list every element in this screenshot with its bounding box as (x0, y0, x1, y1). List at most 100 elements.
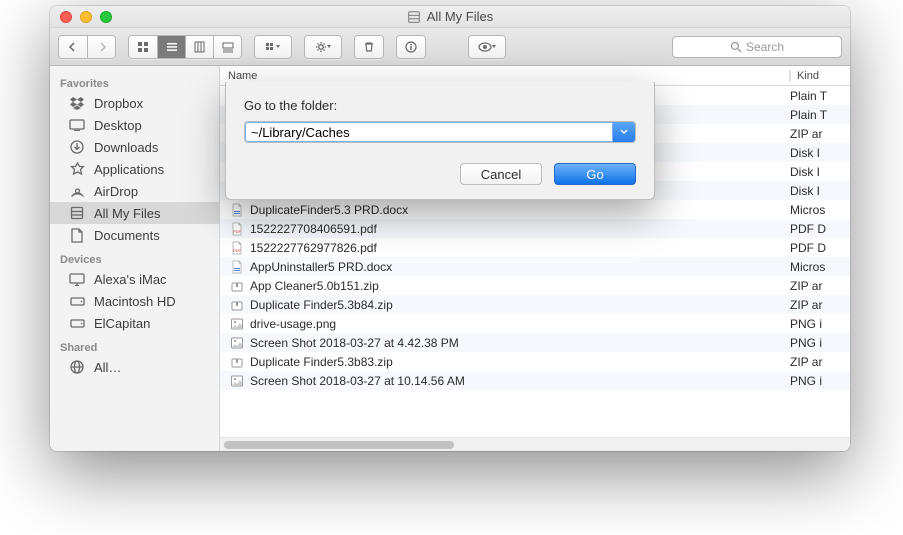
action-button[interactable] (305, 36, 341, 58)
file-row[interactable]: AppUninstaller5 PRD.docxMicros (220, 257, 850, 276)
sidebar-group-header: Favorites (50, 70, 219, 92)
file-row[interactable]: drive-usage.pngPNG i (220, 314, 850, 333)
sidebar-item-airdrop[interactable]: AirDrop (50, 180, 219, 202)
info-button[interactable] (397, 36, 425, 58)
file-name: Duplicate Finder5.3b83.zip (246, 355, 790, 369)
sidebar-item-label: Documents (94, 228, 160, 243)
coverflow-view-button[interactable] (213, 36, 241, 58)
column-name[interactable]: Name (220, 70, 790, 82)
sidebar-item-elcapitan[interactable]: ElCapitan (50, 312, 219, 334)
finder-window: All My Files S (50, 6, 850, 451)
dialog-actions: Cancel Go (244, 163, 636, 185)
sidebar-item-label: Desktop (94, 118, 142, 133)
sidebar-item-macintosh-hd[interactable]: Macintosh HD (50, 290, 219, 312)
file-kind: ZIP ar (790, 355, 850, 369)
search-icon (730, 41, 742, 53)
file-kind: ZIP ar (790, 279, 850, 293)
file-kind: Plain T (790, 89, 850, 103)
arrange-button[interactable] (255, 36, 291, 58)
trash-button[interactable] (355, 36, 383, 58)
file-row[interactable]: PDF1522227708406591.pdfPDF D (220, 219, 850, 238)
column-kind[interactable]: Kind (790, 70, 850, 82)
forward-button[interactable] (87, 36, 115, 58)
minimize-window-button[interactable] (80, 11, 92, 23)
sidebar-item-documents[interactable]: Documents (50, 224, 219, 246)
globe-icon (68, 359, 86, 375)
png-file-icon (228, 374, 246, 388)
chevron-down-icon (620, 129, 628, 135)
nav-buttons (58, 35, 116, 59)
traffic-lights (50, 11, 112, 23)
hdd-icon (68, 293, 86, 309)
list-view-button[interactable] (157, 36, 185, 58)
sidebar-item-label: Macintosh HD (94, 294, 176, 309)
sidebar-item-dropbox[interactable]: Dropbox (50, 92, 219, 114)
file-row[interactable]: Duplicate Finder5.3b83.zipZIP ar (220, 352, 850, 371)
file-name: Duplicate Finder5.3b84.zip (246, 298, 790, 312)
search-field[interactable]: Search (672, 36, 842, 58)
sidebar-item-downloads[interactable]: Downloads (50, 136, 219, 158)
file-kind: Disk I (790, 184, 850, 198)
hdd-icon (68, 315, 86, 331)
zip-file-icon (228, 279, 246, 293)
file-kind: PNG i (790, 336, 850, 350)
combobox-dropdown-button[interactable] (613, 122, 635, 142)
zoom-window-button[interactable] (100, 11, 112, 23)
file-kind: PDF D (790, 222, 850, 236)
file-name: DuplicateFinder5.3 PRD.docx (246, 203, 790, 217)
file-kind: ZIP ar (790, 127, 850, 141)
file-name: AppUninstaller5 PRD.docx (246, 260, 790, 274)
png-file-icon (228, 336, 246, 350)
file-name: drive-usage.png (246, 317, 790, 331)
sidebar-item-all-my-files[interactable]: All My Files (50, 202, 219, 224)
file-kind: Plain T (790, 108, 850, 122)
file-name: Screen Shot 2018-03-27 at 4.42.38 PM (246, 336, 790, 350)
downloads-icon (68, 139, 86, 155)
file-kind: Disk I (790, 146, 850, 160)
file-row[interactable]: DuplicateFinder5.3 PRD.docxMicros (220, 200, 850, 219)
column-view-button[interactable] (185, 36, 213, 58)
window-title: All My Files (50, 9, 850, 24)
pdf-file-icon: PDF (228, 241, 246, 255)
sidebar-item-desktop[interactable]: Desktop (50, 114, 219, 136)
file-row[interactable]: Duplicate Finder5.3b84.zipZIP ar (220, 295, 850, 314)
icon-view-button[interactable] (129, 36, 157, 58)
sidebar-item-applications[interactable]: Applications (50, 158, 219, 180)
sidebar-group-header: Devices (50, 246, 219, 268)
cancel-button[interactable]: Cancel (460, 163, 542, 185)
info-group (396, 35, 426, 59)
action-group (304, 35, 342, 59)
file-kind: ZIP ar (790, 298, 850, 312)
file-row[interactable]: PDF1522227762977826.pdfPDF D (220, 238, 850, 257)
file-kind: Micros (790, 260, 850, 274)
horizontal-scrollbar[interactable] (220, 437, 850, 451)
toolbar: Search (50, 28, 850, 66)
file-row[interactable]: Screen Shot 2018-03-27 at 4.42.38 PMPNG … (220, 333, 850, 352)
file-name: 1522227762977826.pdf (246, 241, 790, 255)
titlebar: All My Files (50, 6, 850, 28)
go-to-folder-dialog: Go to the folder: Cancel Go (225, 82, 655, 200)
arrange-group (254, 35, 292, 59)
sidebar-item-alexa-s-imac[interactable]: Alexa's iMac (50, 268, 219, 290)
quicklook-button[interactable] (469, 36, 505, 58)
sidebar-item-label: All… (94, 360, 121, 375)
file-row[interactable]: App Cleaner5.0b151.zipZIP ar (220, 276, 850, 295)
docx-file-icon (228, 203, 246, 217)
folder-path-input[interactable] (245, 122, 613, 142)
sidebar-item-label: Dropbox (94, 96, 143, 111)
quicklook-group (468, 35, 506, 59)
png-file-icon (228, 317, 246, 331)
sidebar-item-all-[interactable]: All… (50, 356, 219, 378)
file-kind: Disk I (790, 165, 850, 179)
file-name: Screen Shot 2018-03-27 at 10.14.56 AM (246, 374, 790, 388)
sidebar-item-label: Alexa's iMac (94, 272, 167, 287)
back-button[interactable] (59, 36, 87, 58)
airdrop-icon (68, 183, 86, 199)
file-row[interactable]: Screen Shot 2018-03-27 at 10.14.56 AMPNG… (220, 371, 850, 390)
close-window-button[interactable] (60, 11, 72, 23)
pdf-file-icon: PDF (228, 222, 246, 236)
sidebar-item-label: Applications (94, 162, 164, 177)
docx-file-icon (228, 260, 246, 274)
go-button[interactable]: Go (554, 163, 636, 185)
view-buttons (128, 35, 242, 59)
